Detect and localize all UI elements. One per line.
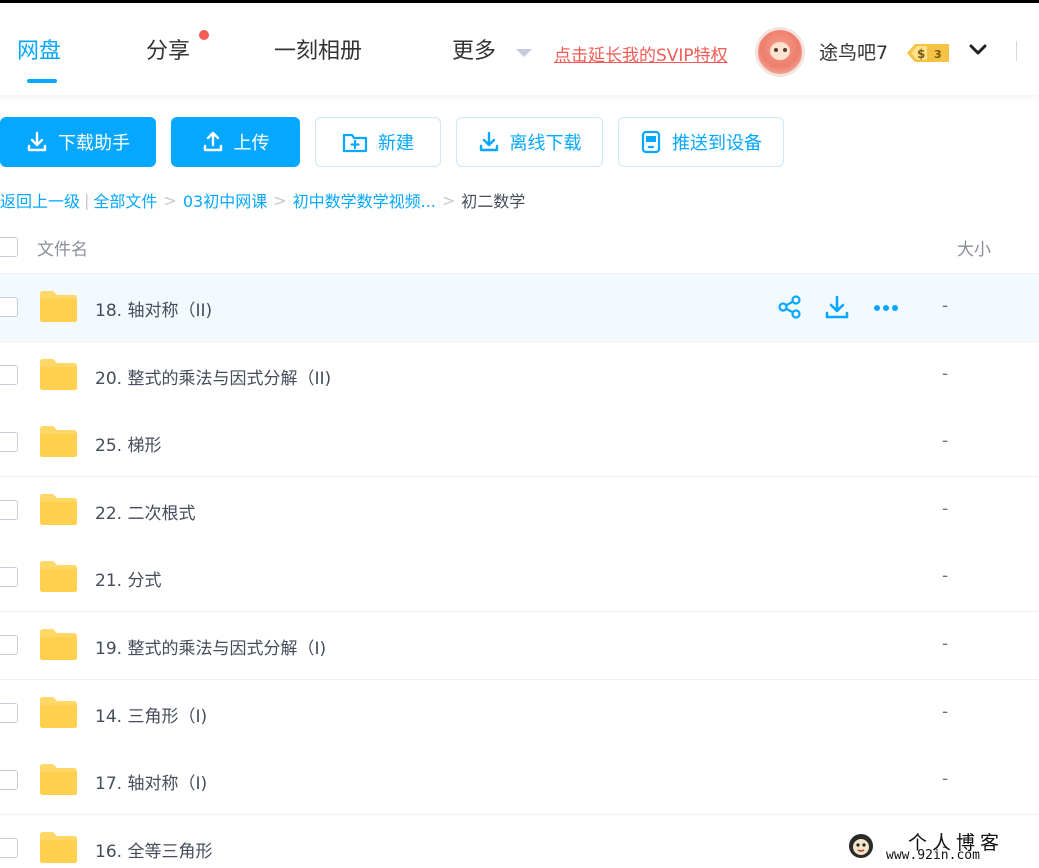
breadcrumb: 返回上一级 | 全部文件 > 03初中网课 > 初中数学数学视频... > 初二… [0, 188, 525, 212]
file-name[interactable]: 18. 轴对称（II) [95, 296, 212, 321]
vip-badge-level: 3 [934, 48, 942, 61]
file-row[interactable]: 14. 三角形（I) - [0, 679, 1039, 748]
new-folder-label: 新建 [378, 133, 414, 154]
file-row[interactable]: 25. 梯形 - [0, 409, 1039, 478]
header-divider [1016, 41, 1017, 61]
caret-down-icon[interactable] [516, 49, 532, 57]
avatar[interactable] [755, 27, 805, 77]
download-assistant-button[interactable]: 下载助手 [0, 117, 156, 167]
column-name-header[interactable]: 文件名 [37, 235, 88, 260]
breadcrumb-separator: > [273, 190, 287, 210]
new-folder-icon [342, 133, 368, 153]
username[interactable]: 途鸟吧7 [819, 38, 888, 65]
share-icon[interactable] [777, 294, 803, 324]
breadcrumb-current: 初二数学 [461, 192, 526, 211]
folder-icon[interactable] [38, 559, 79, 593]
avatar-face-icon [770, 42, 790, 60]
notification-dot [199, 30, 209, 40]
folder-icon[interactable] [38, 695, 79, 729]
file-row[interactable]: 18. 轴对称（II) - [0, 274, 1039, 342]
folder-icon[interactable] [38, 357, 79, 391]
file-size: - [942, 363, 949, 384]
file-row[interactable]: 20. 整式的乘法与因式分解（II) - [0, 341, 1039, 410]
push-to-device-button[interactable]: 推送到设备 [618, 117, 784, 167]
file-name[interactable]: 14. 三角形（I) [95, 702, 207, 727]
select-all-checkbox[interactable] [0, 237, 18, 257]
file-name[interactable]: 16. 全等三角形 [95, 837, 212, 862]
file-size: - [942, 566, 949, 587]
chevron-down-icon[interactable] [967, 39, 989, 61]
file-size: - [942, 634, 949, 654]
watermark: 个人博客 www.92in.com [846, 828, 1036, 864]
tab-netdisk[interactable]: 网盘 [17, 33, 61, 65]
active-tab-indicator [27, 79, 57, 83]
column-size-header[interactable]: 大小 [957, 235, 991, 260]
vip-badge-symbol: $ [917, 47, 925, 61]
push-to-device-label: 推送到设备 [672, 133, 762, 154]
download-assistant-label: 下载助手 [58, 133, 130, 154]
upload-icon [203, 131, 222, 152]
file-name[interactable]: 20. 整式的乘法与因式分解（II) [95, 364, 331, 389]
tab-more[interactable]: 更多 [452, 33, 496, 65]
row-checkbox[interactable] [0, 297, 18, 317]
file-size: - [942, 296, 949, 316]
breadcrumb-item-online-course[interactable]: 03初中网课 [183, 188, 267, 212]
download-icon [479, 131, 498, 152]
folder-icon[interactable] [38, 830, 79, 864]
mascot-logo-icon [849, 834, 873, 858]
row-checkbox[interactable] [0, 499, 18, 520]
avatar-eye [774, 48, 778, 52]
file-size: - [942, 498, 949, 519]
tab-moments-album[interactable]: 一刻相册 [274, 33, 362, 65]
file-row[interactable]: 22. 二次根式 - [0, 476, 1039, 545]
file-size: - [942, 431, 949, 452]
file-name[interactable]: 19. 整式的乘法与因式分解（I) [95, 634, 326, 659]
vip-badge-icon[interactable]: $ 3 [903, 42, 953, 64]
folder-icon[interactable] [38, 627, 79, 661]
file-list-header: 文件名 大小 [0, 222, 1039, 274]
new-folder-button[interactable]: 新建 [315, 117, 441, 167]
avatar-eye [783, 48, 787, 52]
watermark-url: www.92in.com [886, 848, 980, 863]
more-icon[interactable] [871, 294, 901, 324]
row-checkbox[interactable] [0, 635, 18, 655]
file-name[interactable]: 22. 二次根式 [95, 499, 195, 524]
file-name[interactable]: 25. 梯形 [95, 431, 161, 456]
folder-icon[interactable] [38, 424, 79, 458]
breadcrumb-separator: > [441, 190, 456, 210]
file-row[interactable]: 19. 整式的乘法与因式分解（I) - [0, 612, 1039, 680]
row-checkbox[interactable] [0, 837, 18, 858]
svip-renew-link[interactable]: 点击延长我的SVIP特权 [554, 41, 728, 66]
row-checkbox[interactable] [0, 702, 18, 723]
breadcrumb-all-files[interactable]: 全部文件 [93, 188, 157, 212]
folder-icon[interactable] [38, 762, 79, 796]
breadcrumb-item-math-videos[interactable]: 初中数学数学视频... [293, 188, 436, 212]
download-icon [27, 131, 47, 152]
breadcrumb-bar-separator: | [84, 190, 90, 210]
upload-button[interactable]: 上传 [171, 117, 300, 167]
device-icon [641, 130, 661, 154]
row-checkbox[interactable] [0, 770, 18, 791]
file-row[interactable]: 21. 分式 - [0, 544, 1039, 613]
file-name[interactable]: 21. 分式 [95, 566, 161, 591]
file-row[interactable]: 17. 轴对称（I) - [0, 747, 1039, 816]
row-checkbox[interactable] [0, 567, 18, 588]
offline-download-label: 离线下载 [509, 133, 582, 154]
folder-icon[interactable] [38, 492, 79, 526]
download-icon[interactable] [824, 294, 850, 324]
upload-label: 上传 [233, 133, 270, 154]
top-header: 网盘 分享 一刻相册 更多 点击延长我的SVIP特权 途鸟吧7 $ 3 [0, 3, 1039, 95]
offline-download-button[interactable]: 离线下载 [456, 117, 603, 167]
row-checkbox[interactable] [0, 364, 18, 385]
file-size: - [942, 701, 949, 722]
breadcrumb-back[interactable]: 返回上一级 [0, 188, 80, 212]
file-size: - [942, 769, 949, 790]
breadcrumb-separator: > [163, 190, 177, 210]
row-checkbox[interactable] [0, 432, 18, 453]
folder-icon[interactable] [38, 289, 79, 323]
tab-share[interactable]: 分享 [146, 33, 190, 65]
file-name[interactable]: 17. 轴对称（I) [95, 769, 207, 794]
